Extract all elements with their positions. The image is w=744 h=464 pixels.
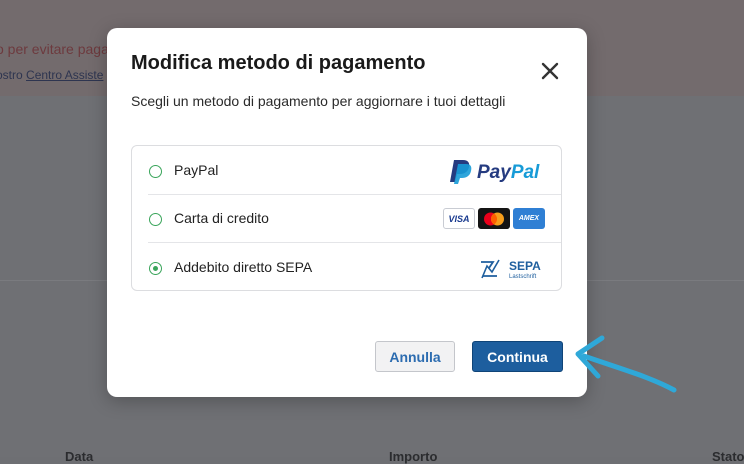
help-center-link[interactable]: Centro Assiste — [26, 68, 103, 82]
option-label: Addebito diretto SEPA — [174, 259, 313, 275]
visa-logo: VISA — [443, 208, 475, 229]
card-logos: VISA AMEX — [443, 208, 545, 229]
banner-text: o per evitare paga — [0, 41, 109, 57]
banner-help-prefix: ostro — [0, 68, 23, 82]
close-icon — [541, 62, 559, 80]
option-label: Carta di credito — [174, 210, 269, 226]
amex-logo: AMEX — [513, 208, 545, 229]
paypal-logo: PayPal — [450, 160, 540, 184]
radio-paypal[interactable] — [149, 165, 162, 178]
option-label: PayPal — [174, 162, 219, 178]
payment-method-dialog: Modifica metodo di pagamento Scegli un m… — [107, 28, 587, 397]
sepa-sub: Lastschrift — [509, 274, 537, 280]
radio-sepa[interactable] — [149, 262, 162, 275]
close-button[interactable] — [539, 60, 561, 82]
radio-credit-card[interactable] — [149, 213, 162, 226]
option-credit-card[interactable]: Carta di credito VISA AMEX — [132, 194, 561, 242]
banner-help-text: ostro Centro Assiste — [0, 68, 103, 82]
option-paypal[interactable]: PayPal PayPal — [132, 146, 561, 194]
cancel-button[interactable]: Annulla — [375, 341, 455, 372]
option-sepa[interactable]: Addebito diretto SEPA SEPA Lastschrift — [132, 243, 561, 291]
pointer-arrow-icon — [575, 335, 677, 393]
continue-button[interactable]: Continua — [472, 341, 563, 372]
payment-options-list: PayPal PayPal Carta di credito VISA AMEX… — [131, 145, 562, 291]
dialog-subtitle: Scegli un metodo di pagamento per aggior… — [131, 93, 506, 109]
sepa-logo: SEPA Lastschrift — [481, 259, 541, 280]
sepa-title: SEPA — [509, 259, 541, 273]
mastercard-logo — [478, 208, 510, 229]
dialog-title: Modifica metodo di pagamento — [131, 52, 426, 74]
svg-text:PayPal: PayPal — [477, 162, 540, 183]
